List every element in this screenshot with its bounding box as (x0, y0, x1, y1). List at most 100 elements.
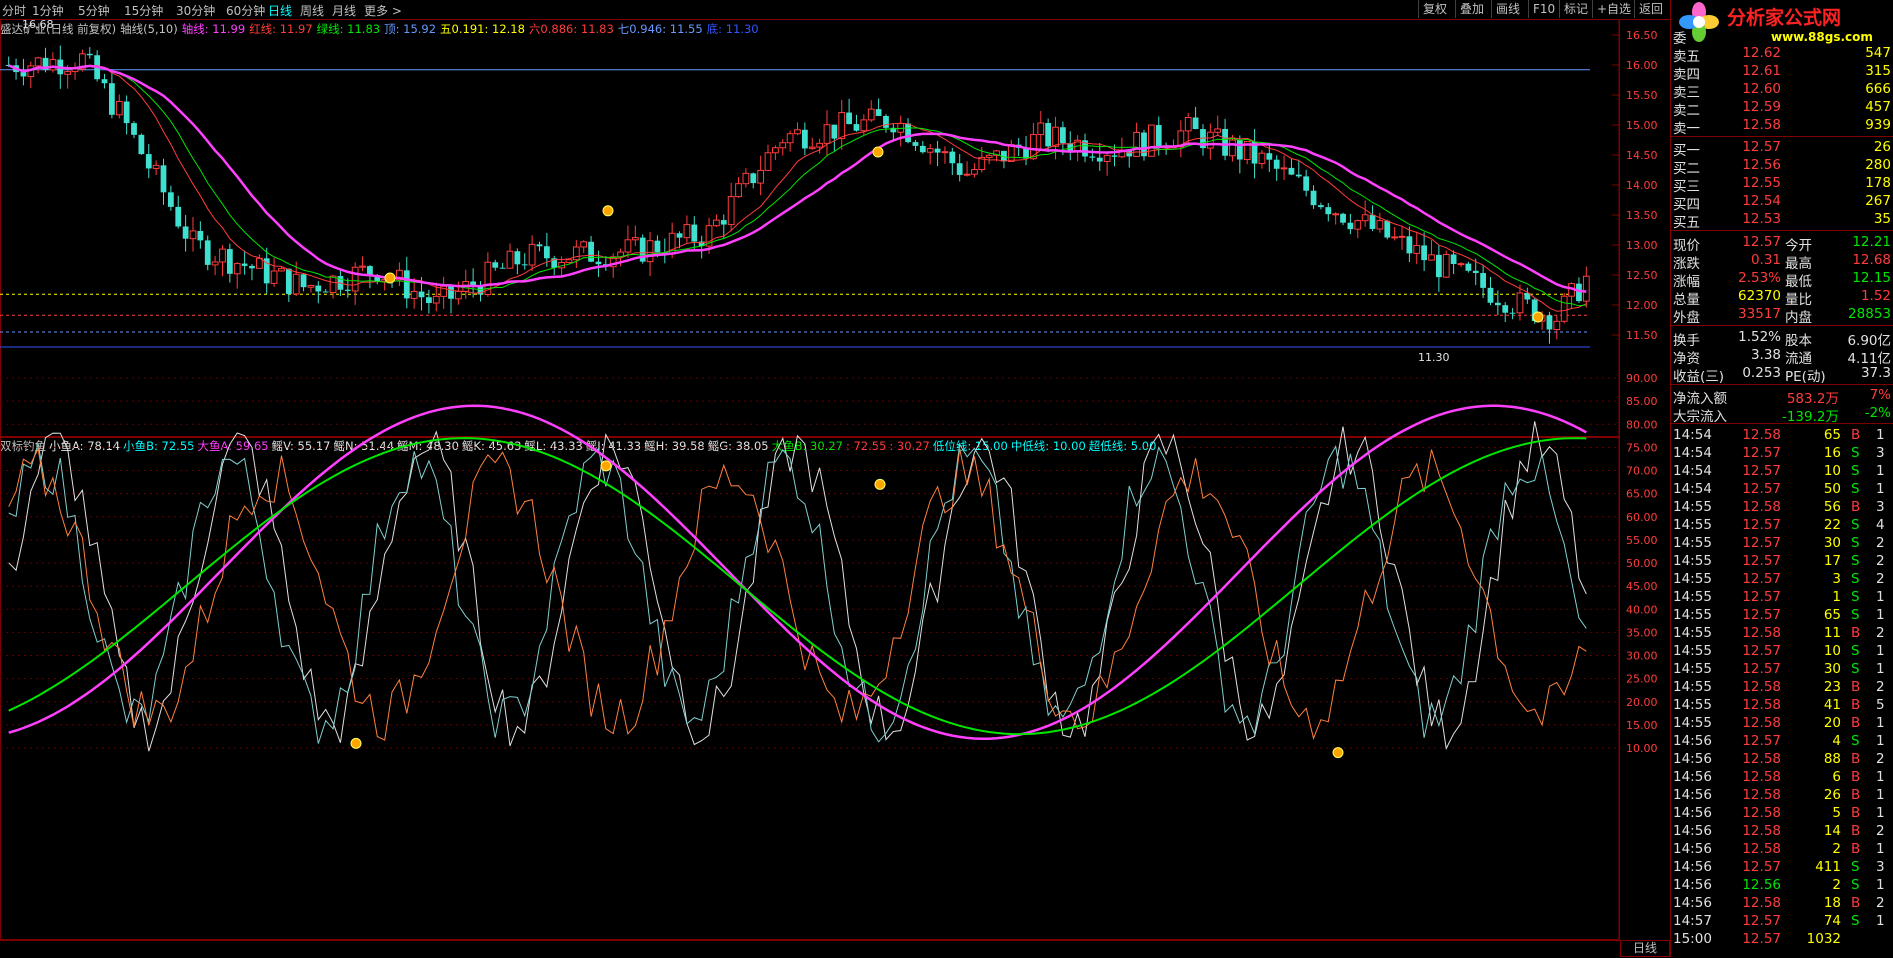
tick-time: 14:55 (1673, 697, 1712, 713)
tab-9[interactable]: 更多 > (364, 2, 402, 19)
fund-label: PE(动) (1785, 369, 1826, 385)
tick-row: 14:56 12.57 4 S 1 (1671, 732, 1893, 751)
tick-time: 14:56 (1673, 751, 1712, 767)
tick-row: 14:55 12.57 3 S 2 (1671, 570, 1893, 589)
candle-body (344, 289, 351, 291)
tick-side: S (1851, 643, 1860, 659)
tick-volume: 26 (1823, 787, 1841, 803)
tick-row: 14:54 12.58 65 B 1 (1671, 426, 1893, 445)
candle-body (905, 123, 911, 143)
period-indicator-button[interactable]: 日线 (1620, 940, 1670, 957)
toolbar-button-3[interactable]: F10 (1528, 0, 1559, 18)
candle-body (883, 115, 889, 128)
toolbar-button-2[interactable]: 画线 (1491, 0, 1524, 18)
toolbar-button-5[interactable]: +自选 (1592, 0, 1635, 18)
candle-body (1007, 144, 1015, 162)
bid-row: 买四 12.54 267 (1671, 192, 1893, 213)
candle-body (941, 151, 949, 154)
tick-price: 12.57 (1742, 661, 1781, 677)
ask-price: 12.62 (1742, 45, 1781, 61)
tick-count: 1 (1876, 643, 1885, 659)
candle-body (315, 285, 322, 292)
tick-price: 12.58 (1742, 697, 1781, 713)
tick-side: S (1851, 481, 1860, 497)
candle-body (808, 146, 816, 149)
tick-volume: 88 (1823, 751, 1841, 767)
ask-price: 12.59 (1742, 99, 1781, 115)
tick-price: 12.58 (1742, 427, 1781, 443)
candle-body (1229, 139, 1236, 157)
time-axis (0, 940, 1620, 958)
candle-body (971, 169, 978, 175)
stat-label: 内盘 (1785, 310, 1812, 326)
candle-body (359, 265, 366, 268)
toolbar-button-6[interactable]: 返回 (1634, 0, 1667, 18)
candle-body (241, 263, 248, 266)
tab-8[interactable]: 月线 (332, 2, 356, 19)
tick-row: 14:55 12.57 17 S 2 (1671, 552, 1893, 571)
candle-body (101, 79, 108, 84)
toolbar-button-4[interactable]: 标记 (1559, 0, 1592, 18)
tick-time: 14:57 (1673, 913, 1712, 929)
tick-time: 14:56 (1673, 877, 1712, 893)
candle-body (831, 124, 838, 139)
candle-body (735, 183, 742, 198)
toolbar-button-0[interactable]: 复权 (1418, 0, 1451, 18)
flow-label: 大宗流入 (1673, 409, 1727, 425)
tick-volume: 411 (1815, 859, 1841, 875)
tick-time: 14:54 (1673, 481, 1712, 497)
tab-1[interactable]: 1分钟 (32, 2, 64, 19)
tick-row: 14:56 12.58 18 B 2 (1671, 894, 1893, 913)
kline-chart[interactable]: 16.50 16.00 15.50 15.00 14.50 14.00 13.50 13.00… (0, 19, 1670, 940)
tab-3[interactable]: 15分钟 (124, 2, 163, 19)
tab-0[interactable]: 分时 (2, 2, 26, 19)
ask-row: 卖二 12.59 457 (1671, 98, 1893, 119)
candle-body (713, 219, 720, 227)
tick-time: 14:55 (1673, 571, 1712, 587)
tick-side: S (1851, 463, 1860, 479)
tab-4[interactable]: 30分钟 (176, 2, 215, 19)
tick-row: 14:55 12.58 41 B 5 (1671, 696, 1893, 715)
tick-count: 3 (1876, 859, 1885, 875)
tick-volume: 16 (1823, 445, 1841, 461)
candle-body (167, 192, 174, 207)
osc-axis-label: 60.00 (1626, 511, 1658, 524)
tick-time: 14:55 (1673, 679, 1712, 695)
ask-volume: 547 (1865, 45, 1891, 61)
tick-count: 2 (1876, 679, 1885, 695)
candle-body (1280, 167, 1288, 170)
tab-2[interactable]: 5分钟 (78, 2, 110, 19)
candle-body (1472, 270, 1479, 274)
tick-side: S (1851, 589, 1860, 605)
tick-count: 1 (1876, 715, 1885, 731)
tab-5[interactable]: 60分钟 (226, 2, 265, 19)
tick-side: S (1851, 661, 1860, 677)
price-axis-label: 15.00 (1626, 119, 1658, 132)
flow-pct: -2% (1864, 405, 1891, 421)
tick-volume: 23 (1823, 679, 1841, 695)
candle-body (816, 142, 824, 148)
candle-body (853, 124, 860, 131)
candle-body (1406, 236, 1413, 254)
tick-row: 14:55 12.58 23 B 2 (1671, 678, 1893, 697)
tick-volume: 10 (1823, 463, 1841, 479)
tick-price: 12.57 (1742, 445, 1781, 461)
tick-time: 14:56 (1673, 823, 1712, 839)
candle-body (492, 262, 499, 268)
candle-body (764, 152, 772, 171)
osc-axis-label: 80.00 (1626, 418, 1658, 431)
osc-axis-label: 25.00 (1626, 673, 1658, 686)
candle-body (307, 285, 315, 288)
stat-value: 12.57 (1742, 234, 1781, 250)
price-axis-label: 16.00 (1626, 59, 1658, 72)
tick-time: 14:54 (1673, 427, 1712, 443)
tick-time: 14:56 (1673, 895, 1712, 911)
candle-body (846, 112, 852, 125)
bid-row: 买一 12.57 26 (1671, 138, 1893, 159)
tab-6[interactable]: 日线 (268, 2, 292, 19)
tab-7[interactable]: 周线 (300, 2, 324, 19)
candle-body (34, 57, 42, 67)
toolbar-button-1[interactable]: 叠加 (1455, 0, 1488, 18)
candle-body (270, 270, 278, 284)
tick-price: 12.58 (1742, 751, 1781, 767)
